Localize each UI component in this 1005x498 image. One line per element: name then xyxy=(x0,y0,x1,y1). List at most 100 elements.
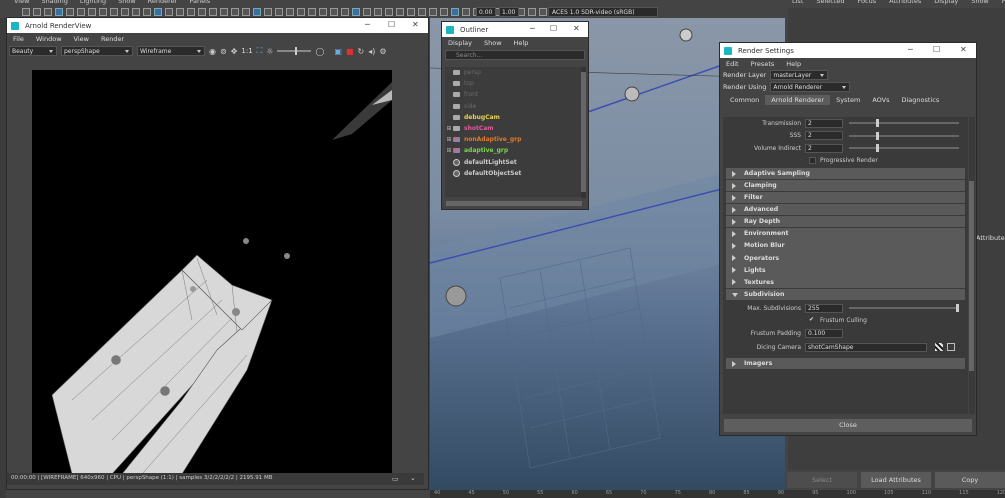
render-settings-tab[interactable]: Common xyxy=(724,95,765,105)
attr-menu-item[interactable]: Selected xyxy=(816,0,844,5)
toolbar-tool-icon[interactable] xyxy=(198,8,206,16)
section-header[interactable]: Lights xyxy=(726,264,965,276)
exposure-slider[interactable] xyxy=(277,47,312,55)
select-camera-icon[interactable] xyxy=(947,342,955,351)
settings-gear-icon[interactable]: ⚙ xyxy=(379,47,386,56)
section-header-subdivision[interactable]: Subdivision xyxy=(726,288,965,301)
outliner-horizontal-scrollbar[interactable] xyxy=(446,201,582,206)
section-header[interactable]: Environment xyxy=(726,228,965,240)
section-header[interactable]: Operators xyxy=(726,252,965,264)
render-settings-titlebar[interactable]: Render Settings ─ ☐ ✕ xyxy=(720,43,976,58)
toolbar-tool-icon[interactable] xyxy=(55,8,63,16)
toolbar-tool-icon[interactable] xyxy=(429,8,437,16)
toolbar-tool-icon[interactable] xyxy=(77,8,85,16)
toolbar-tool-icon[interactable] xyxy=(88,8,96,16)
pan-icon[interactable]: ✥ xyxy=(231,47,238,56)
close-icon[interactable]: ✕ xyxy=(573,24,580,33)
frustum-culling-checkbox[interactable]: ✔ xyxy=(809,317,816,324)
renderview-menu-item[interactable]: View xyxy=(74,35,89,43)
toolbar-tool-icon[interactable] xyxy=(121,8,129,16)
close-button[interactable]: Close xyxy=(724,419,972,432)
ray-depth-slider[interactable] xyxy=(849,131,959,140)
section-header[interactable]: Motion Blur xyxy=(726,240,965,252)
toolbar-tool-icon[interactable] xyxy=(154,8,162,16)
attr-button[interactable]: Copy xyxy=(935,472,1005,488)
gamma-icon[interactable]: ◯ xyxy=(315,47,324,56)
snapshot-icon[interactable]: ▭ xyxy=(392,475,399,483)
toolbar-tool-icon[interactable] xyxy=(187,8,195,16)
camera-dropdown[interactable]: perspShape xyxy=(61,46,133,56)
maximize-icon[interactable]: ☐ xyxy=(550,24,557,33)
toolbar-tool-icon[interactable] xyxy=(165,8,173,16)
renderview-menu-item[interactable]: File xyxy=(13,35,24,43)
viewport-menu-item[interactable]: Renderer xyxy=(148,0,178,5)
renderview-menu-item[interactable]: Window xyxy=(36,35,62,43)
zoom-ratio[interactable]: 1:1 xyxy=(241,47,252,55)
outliner-vertical-scrollbar[interactable] xyxy=(581,67,586,198)
section-header[interactable]: Ray Depth xyxy=(726,215,965,228)
channel-icon[interactable]: ⊚ xyxy=(220,47,227,56)
viewport-value-field[interactable]: 1.00 xyxy=(499,7,519,17)
renderview-titlebar[interactable]: Arnold RenderView ─ ☐ ✕ xyxy=(7,18,428,33)
dicing-camera-field[interactable]: shotCamShape xyxy=(805,342,927,352)
toolbar-tool-icon[interactable] xyxy=(385,8,393,16)
outliner-item[interactable]: ⊞ nonAdaptive_grp xyxy=(445,134,582,145)
render-settings-tab[interactable]: Arnold Renderer xyxy=(765,95,831,105)
toolbar-tool-icon[interactable] xyxy=(231,8,239,16)
viewport-value-field[interactable]: 0.00 xyxy=(476,7,496,17)
toolbar-tool-icon[interactable] xyxy=(297,8,305,16)
section-header[interactable]: Textures xyxy=(726,276,965,288)
start-render-icon[interactable]: ▣ xyxy=(334,47,342,56)
debug-shading-icon[interactable]: ◂) xyxy=(368,47,375,56)
renderer-dropdown[interactable]: Arnold Renderer xyxy=(770,82,851,92)
toolbar-tool-icon[interactable] xyxy=(330,8,338,16)
render-settings-tab[interactable]: Diagnostics xyxy=(895,95,945,105)
section-header[interactable]: Imagers xyxy=(726,357,965,370)
display-mode-dropdown[interactable]: Wireframe xyxy=(137,46,205,56)
minimize-icon[interactable]: ─ xyxy=(365,20,370,29)
progressive-render-checkbox[interactable] xyxy=(809,157,816,165)
toolbar-tool-icon[interactable] xyxy=(99,8,107,16)
exposure-icon[interactable]: ☼ xyxy=(266,47,273,56)
expand-icon[interactable]: ⊞ xyxy=(445,136,453,143)
toolbar-tool-icon[interactable] xyxy=(220,8,228,16)
outliner-menu-item[interactable]: Display xyxy=(448,39,472,47)
viewport-menu-item[interactable]: Show xyxy=(118,0,136,5)
toolbar-tool-icon[interactable] xyxy=(319,8,327,16)
toolbar-tool-icon[interactable] xyxy=(286,8,294,16)
aov-dropdown[interactable]: Beauty xyxy=(9,46,57,56)
toolbar-tool-icon[interactable] xyxy=(264,8,272,16)
viewport-menu-item[interactable]: Shading xyxy=(41,0,67,5)
viewport-menu-item[interactable]: Panels xyxy=(189,0,210,5)
toolbar-tool-icon[interactable] xyxy=(407,8,415,16)
outliner-item[interactable]: persp xyxy=(445,67,582,78)
max-subdivisions-slider[interactable] xyxy=(849,304,959,313)
renderview-menu-item[interactable]: Render xyxy=(101,35,124,43)
chevron-down-icon[interactable]: ⌄ xyxy=(410,474,416,482)
render-settings-scrollbar[interactable] xyxy=(969,117,975,414)
checker-picker-icon[interactable] xyxy=(935,342,943,351)
toolbar-tool-icon[interactable] xyxy=(253,8,261,16)
attr-button[interactable]: Select xyxy=(787,472,857,488)
render-settings-menu-item[interactable]: Edit xyxy=(726,60,739,68)
toolbar-tool-icon[interactable] xyxy=(176,8,184,16)
outliner-item[interactable]: defaultObjectSet xyxy=(445,168,582,179)
toolbar-tool-icon[interactable] xyxy=(539,8,547,16)
render-settings-tab[interactable]: AOVs xyxy=(866,95,895,105)
time-ruler[interactable]: 40 45 50 55 60 65 70 75 80 85 90 95 100 105 110 115 120 xyxy=(430,490,1005,498)
toolbar-tool-icon[interactable] xyxy=(308,8,316,16)
outliner-item[interactable]: ⊞ adaptive_grp xyxy=(445,145,582,156)
toolbar-tool-icon[interactable] xyxy=(462,8,470,16)
expand-icon[interactable]: ⊞ xyxy=(445,147,453,154)
render-region-icon[interactable]: ◉ xyxy=(209,47,216,56)
ray-depth-slider[interactable] xyxy=(849,119,959,127)
toolbar-tool-icon[interactable] xyxy=(44,8,52,16)
render-layer-dropdown[interactable]: masterLayer xyxy=(770,70,829,80)
outliner-item[interactable]: ⊞ shotCam xyxy=(445,123,582,134)
render-settings-tab[interactable]: System xyxy=(830,95,866,105)
outliner-search-input[interactable]: Search... xyxy=(445,50,585,60)
max-subdivisions-field[interactable]: 255 xyxy=(805,303,843,313)
toolbar-tool-icon[interactable] xyxy=(33,8,41,16)
outliner-titlebar[interactable]: Outliner ─ ☐ ✕ xyxy=(442,22,588,37)
attr-menu-item[interactable]: List xyxy=(792,0,803,5)
